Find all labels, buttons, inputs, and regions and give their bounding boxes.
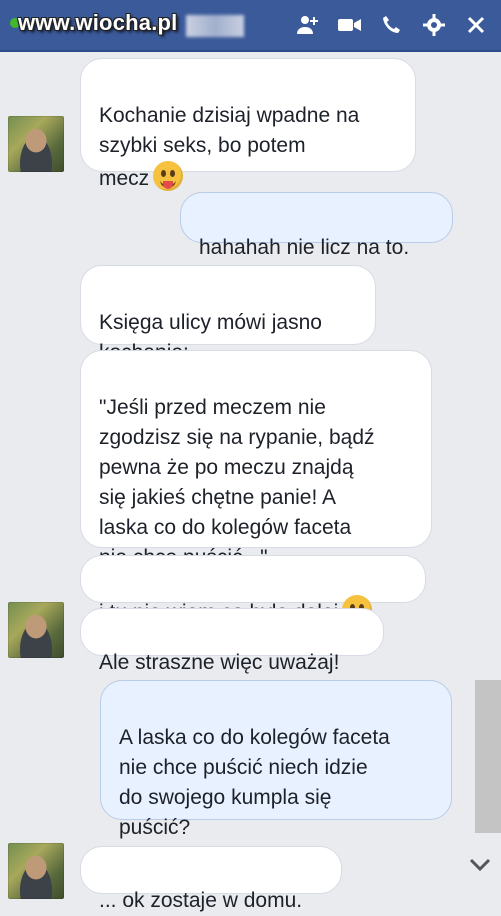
avatar[interactable] [8, 843, 64, 899]
message-bubble: Księga ulicy mówi jasno kochanie: [80, 265, 376, 364]
message-bubble: hahahah nie licz na to. [180, 192, 453, 259]
video-call-icon[interactable] [337, 12, 363, 38]
message-text: hahahah nie licz na to. [199, 236, 410, 259]
close-icon[interactable] [463, 12, 489, 38]
message-bubble: Ale straszne więc uważaj! [80, 608, 384, 674]
message-text: "Jeśli przed meczem nie zgodzisz się na … [99, 396, 375, 569]
censored-name [186, 15, 244, 37]
message-text: Kochanie dzisiaj wpadne na szybki seks, … [99, 104, 360, 190]
phone-icon[interactable] [379, 12, 405, 38]
chevron-down-icon[interactable] [469, 858, 491, 877]
add-friend-icon[interactable] [295, 12, 321, 38]
message-text: ... ok zostaje w domu. [99, 889, 303, 912]
tongue-emoji-icon [153, 161, 184, 191]
message-bubble: Kochanie dzisiaj wpadne na szybki seks, … [80, 58, 416, 191]
chat-header: www.wiocha.pl [0, 0, 501, 52]
avatar[interactable] [8, 116, 64, 172]
gear-icon[interactable] [421, 12, 447, 38]
message-bubble: i tu nie wiem co było dalej [80, 555, 426, 625]
message-bubble: A laska co do kolegów faceta nie chce pu… [100, 680, 452, 839]
message-bubble: ... ok zostaje w domu. [80, 846, 342, 912]
message-text: A laska co do kolegów faceta nie chce pu… [119, 726, 390, 839]
message-text: Ale straszne więc uważaj! [99, 651, 340, 674]
message-bubble: "Jeśli przed meczem nie zgodzisz się na … [80, 350, 432, 569]
watermark: www.wiocha.pl [18, 10, 178, 35]
scrollbar[interactable] [475, 680, 501, 833]
avatar[interactable] [8, 602, 64, 658]
